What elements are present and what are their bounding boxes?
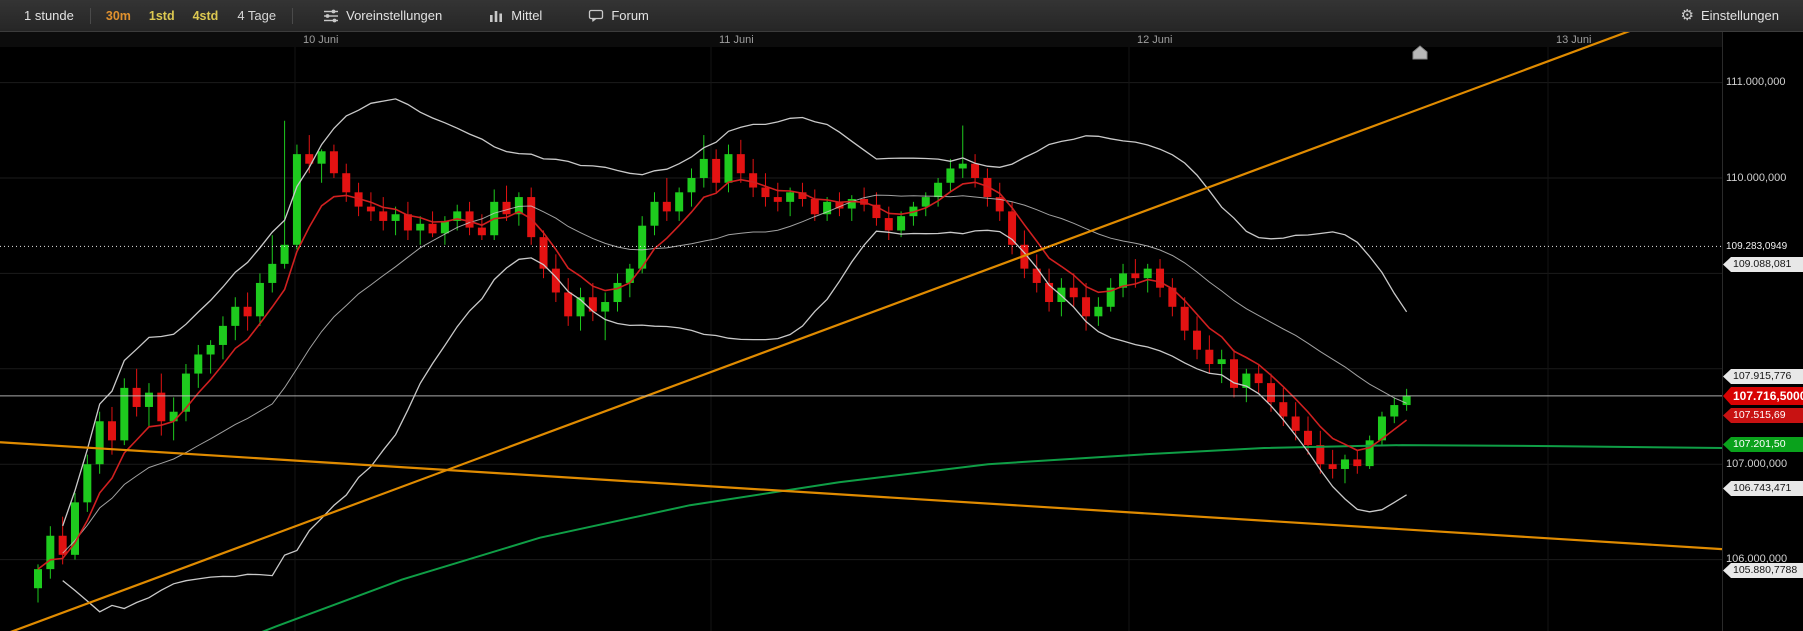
trading-chart-app: 1 stunde 30m 1std 4std 4 Tage Voreinstel…: [0, 0, 1803, 631]
date-strip: [0, 32, 1722, 47]
axis-price-label: 109.283,0949: [1726, 241, 1788, 252]
date-label: 11 Juni: [719, 34, 754, 46]
axis-price-label: 107.000,000: [1726, 458, 1788, 470]
gear-icon: ⚙: [1680, 7, 1694, 24]
time-marker: [1412, 45, 1428, 60]
axis-price-label: 110.000,000: [1726, 172, 1787, 184]
candlestick-chart[interactable]: 10 Juni 11 Juni 12 Juni 13 Juni: [0, 32, 1722, 631]
slow-ma-line: [261, 444, 1722, 631]
trend-lines: [0, 32, 1722, 631]
timeframe-button[interactable]: 1 stunde: [14, 0, 84, 31]
sliders-icon: [323, 9, 339, 23]
price-tag: 105.880,7788: [1723, 563, 1803, 578]
indicators-button[interactable]: Mittel: [478, 0, 552, 31]
quick-timeframe-4tage[interactable]: 4 Tage: [227, 0, 286, 31]
price-levels: [0, 245, 1722, 397]
presets-label: Voreinstellungen: [346, 8, 443, 23]
indicators-label: Mittel: [511, 8, 543, 23]
chart-area[interactable]: 10 Juni 11 Juni 12 Juni 13 Juni: [0, 32, 1722, 631]
bollinger-bands: [62, 98, 1408, 613]
presets-button[interactable]: Voreinstellungen: [313, 0, 452, 31]
quick-timeframe-30m[interactable]: 30m: [97, 0, 140, 31]
price-tag: 107.716,5000: [1723, 387, 1803, 405]
toolbar-separator: [292, 7, 294, 24]
price-tag: 107.515,69: [1723, 408, 1803, 423]
price-tag: 107.915,776: [1723, 369, 1803, 384]
price-tag: 107.201,50: [1723, 437, 1803, 452]
date-label: 12 Juni: [1137, 34, 1172, 46]
toolbar-separator: [89, 7, 91, 24]
toolbar-right-group: ⚙ Einstellungen: [1670, 8, 1789, 23]
forum-button[interactable]: Forum: [578, 0, 659, 31]
current-time-marker: [1412, 45, 1428, 60]
settings-label: Einstellungen: [1700, 8, 1779, 23]
toolbar: 1 stunde 30m 1std 4std 4 Tage Voreinstel…: [0, 0, 1803, 32]
gridlines: [0, 47, 1722, 631]
price-axis[interactable]: 111.000,000 110.000,000 109.283,0949 109.08…: [1722, 32, 1803, 631]
price-tag: 106.743,471: [1723, 481, 1803, 496]
settings-button[interactable]: ⚙ Einstellungen: [1670, 8, 1789, 23]
quick-timeframe-4std[interactable]: 4std: [184, 0, 228, 31]
candles-layer: [34, 120, 1411, 603]
date-label: 13 Juni: [1556, 34, 1591, 46]
price-tag: 109.088,081: [1723, 257, 1803, 272]
speech-bubble-icon: [588, 9, 604, 23]
forum-label: Forum: [611, 8, 649, 23]
axis-price-label: 111.000,000: [1726, 76, 1786, 88]
fast-ma-line: [37, 178, 1408, 570]
quick-timeframe-1std[interactable]: 1std: [140, 0, 184, 31]
date-label: 10 Juni: [303, 34, 338, 46]
chart-bars-icon: [488, 9, 504, 23]
